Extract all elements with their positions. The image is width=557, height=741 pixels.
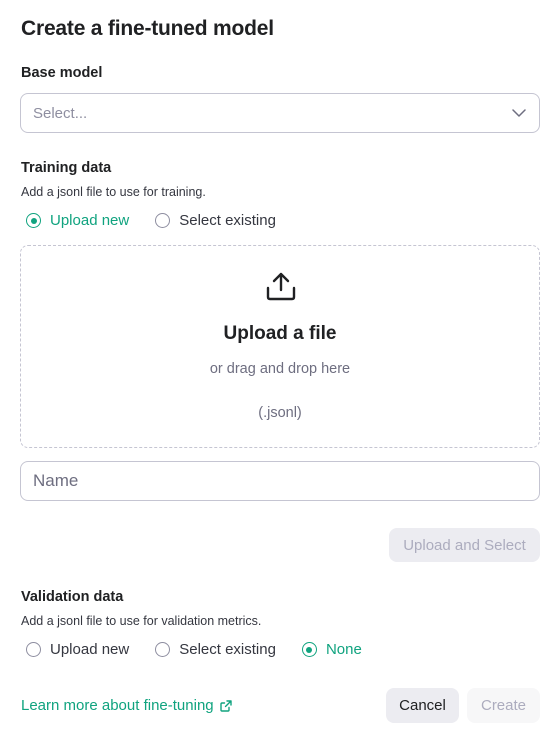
validation-radio-none[interactable]: None — [301, 641, 362, 658]
upload-and-select-button[interactable]: Upload and Select — [389, 528, 540, 562]
validation-radio-upload-new[interactable]: Upload new — [26, 641, 129, 658]
radio-label: Upload new — [50, 212, 130, 229]
cancel-button[interactable]: Cancel — [386, 688, 459, 723]
radio-unchecked-icon — [26, 642, 41, 657]
upload-icon — [265, 270, 297, 302]
validation-radio-group: Upload new Select existing None — [26, 641, 388, 658]
validation-data-hint: Add a jsonl file to use for validation m… — [21, 614, 262, 628]
external-link-icon — [219, 699, 232, 712]
training-data-label: Training data — [21, 160, 112, 176]
validation-data-label: Validation data — [21, 589, 124, 605]
radio-label: Upload new — [50, 641, 130, 658]
base-model-label: Base model — [21, 65, 103, 81]
radio-label: Select existing — [179, 641, 276, 658]
radio-checked-icon — [301, 642, 317, 657]
radio-label: Select existing — [179, 212, 276, 229]
radio-unchecked-icon — [155, 642, 171, 657]
learn-more-label: Learn more about fine-tuning — [21, 697, 214, 714]
learn-more-link[interactable]: Learn more about fine-tuning — [21, 697, 232, 714]
radio-unchecked-icon — [155, 213, 171, 228]
chevron-down-icon — [511, 105, 527, 121]
training-radio-upload-new[interactable]: Upload new — [26, 212, 129, 229]
radio-label: None — [325, 641, 362, 658]
radio-checked-icon — [26, 213, 41, 228]
base-model-placeholder: Select... — [33, 104, 88, 122]
validation-radio-select-existing[interactable]: Select existing — [155, 641, 276, 658]
training-radio-group: Upload new Select existing — [26, 212, 302, 229]
create-button[interactable]: Create — [467, 688, 540, 723]
name-input[interactable] — [20, 461, 540, 501]
dropzone-subtitle: or drag and drop here — [209, 361, 351, 377]
base-model-select[interactable]: Select... — [20, 93, 540, 133]
training-radio-select-existing[interactable]: Select existing — [155, 212, 276, 229]
file-dropzone[interactable]: Upload a file or drag and drop here (.js… — [20, 245, 540, 448]
dropzone-title: Upload a file — [223, 323, 337, 344]
dropzone-extension: (.jsonl) — [258, 405, 302, 421]
dialog-title: Create a fine-tuned model — [21, 17, 274, 40]
training-data-hint: Add a jsonl file to use for training. — [21, 185, 206, 199]
